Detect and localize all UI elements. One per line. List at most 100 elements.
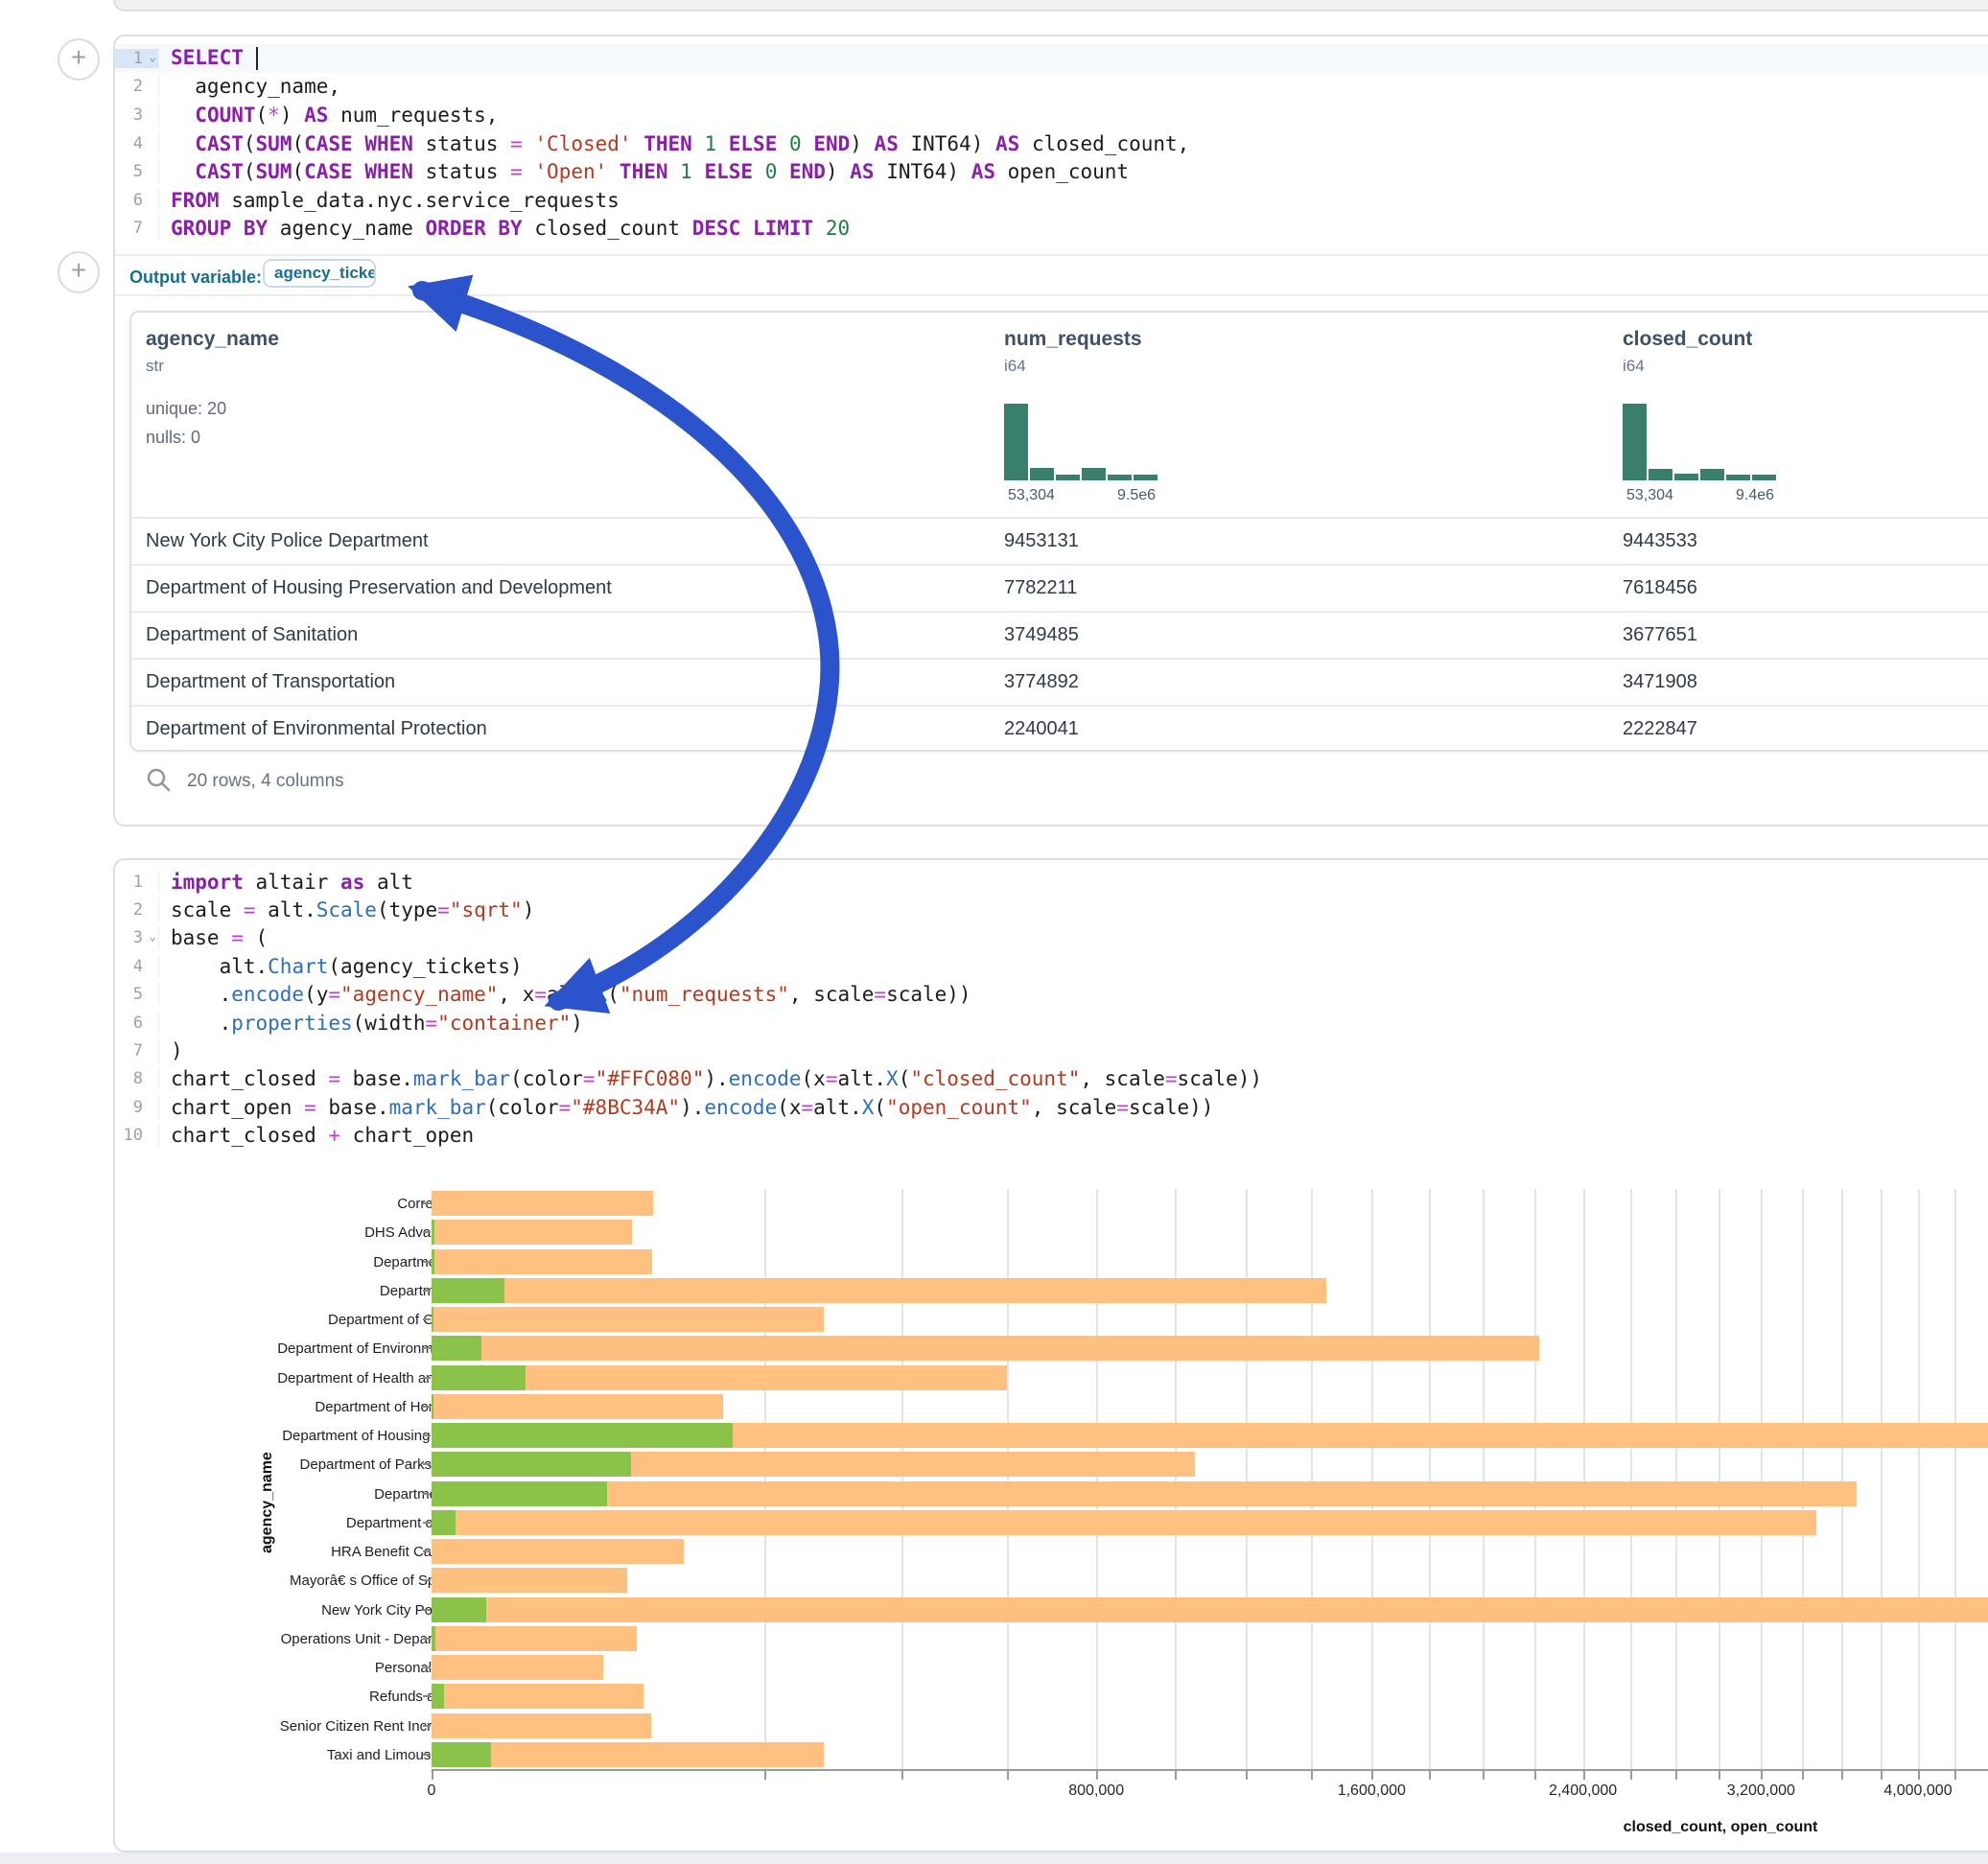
histogram-bar: [1752, 475, 1776, 480]
x-tick-label: 0: [428, 1782, 436, 1800]
table-cell: 3774892: [1004, 671, 1079, 693]
y-axis-tick: [423, 1231, 431, 1233]
bar-closed: [432, 1481, 1857, 1506]
x-axis-tick: [1371, 1771, 1373, 1780]
y-axis-tick: [423, 1318, 431, 1320]
bar-closed: [432, 1220, 632, 1245]
gridline: [1802, 1189, 1804, 1769]
page-background-strip: [0, 1852, 1988, 1864]
search-icon[interactable]: [146, 767, 173, 794]
line-number: 6: [115, 191, 158, 210]
x-axis-tick: [1761, 1771, 1763, 1780]
line-number: 5: [115, 162, 158, 181]
code-line[interactable]: 9chart_open = base.mark_bar(color="#8BC3…: [115, 1093, 1988, 1121]
table-row[interactable]: Department of Sanitation37494853677651: [131, 611, 1988, 660]
bar-open: [432, 1307, 433, 1332]
notebook-canvas: + + 1⌄SELECT 2 agency_name,3 COUNT(*) AS…: [0, 0, 1988, 1864]
line-number: 1: [115, 873, 158, 892]
bar-closed: [432, 1394, 723, 1419]
table-row[interactable]: Department of Housing Preservation and D…: [131, 564, 1988, 613]
gridline: [1246, 1189, 1248, 1769]
code-line[interactable]: 10chart_closed + chart_open: [115, 1122, 1988, 1150]
x-axis-tick: [901, 1771, 903, 1780]
bar-closed: [432, 1278, 1326, 1303]
line-number: 2: [115, 77, 158, 96]
bar-open: [432, 1684, 444, 1709]
add-cell-button-2[interactable]: +: [58, 251, 100, 293]
code-text: ): [158, 1039, 183, 1062]
line-number: 7: [115, 1041, 158, 1060]
line-number: 8: [115, 1069, 158, 1088]
gridline: [901, 1189, 903, 1769]
code-line[interactable]: 1⌄SELECT: [115, 44, 1988, 73]
column-header[interactable]: closed_count: [1623, 328, 1752, 351]
histogram-bar: [1674, 474, 1698, 480]
histogram-min-label: 53,304: [1008, 487, 1055, 504]
collapse-chevron-icon[interactable]: ⌄: [149, 50, 156, 64]
bar-closed: [432, 1510, 1816, 1535]
x-axis-tick: [1881, 1771, 1883, 1780]
code-line[interactable]: 4 alt.Chart(agency_tickets): [115, 952, 1988, 980]
y-axis-tick: [423, 1202, 431, 1204]
bar-open: [432, 1336, 481, 1361]
table-cell: Department of Sanitation: [146, 624, 358, 646]
code-line[interactable]: 4 CAST(SUM(CASE WHEN status = 'Closed' T…: [115, 129, 1988, 158]
line-number: 3⌄: [115, 928, 158, 947]
column-stat: unique: 20: [146, 399, 226, 419]
add-cell-button[interactable]: +: [58, 38, 100, 81]
sql-cell: 1⌄SELECT 2 agency_name,3 COUNT(*) AS num…: [113, 35, 1988, 827]
code-line[interactable]: 3⌄base = (: [115, 924, 1988, 952]
bar-closed: [432, 1713, 651, 1738]
line-number: 4: [115, 957, 158, 976]
line-number: 10: [115, 1126, 158, 1145]
code-line[interactable]: 3 COUNT(*) AS num_requests,: [115, 101, 1988, 129]
code-text: base = (: [158, 926, 268, 949]
gridline: [1918, 1189, 1920, 1769]
code-line[interactable]: 7): [115, 1037, 1988, 1064]
code-line[interactable]: 6 .properties(width="container"): [115, 1009, 1988, 1037]
code-line[interactable]: 8chart_closed = base.mark_bar(color="#FF…: [115, 1065, 1988, 1093]
y-axis-tick: [423, 1522, 431, 1524]
bar-open: [432, 1249, 434, 1274]
y-axis-tick: [423, 1725, 431, 1727]
bar-open: [432, 1394, 433, 1419]
code-line[interactable]: 5 CAST(SUM(CASE WHEN status = 'Open' THE…: [115, 157, 1988, 186]
python-code-editor[interactable]: 1import altair as alt2scale = alt.Scale(…: [115, 868, 1988, 1150]
histogram-bar: [1004, 404, 1028, 480]
y-axis-tick: [423, 1434, 431, 1436]
code-line[interactable]: 6FROM sample_data.nyc.service_requests: [115, 186, 1988, 215]
code-text: chart_closed = base.mark_bar(color="#FFC…: [158, 1067, 1262, 1090]
output-variable-pill[interactable]: agency_tickets: [263, 259, 376, 288]
column-header[interactable]: agency_name: [146, 328, 279, 351]
y-axis-tick: [423, 1754, 431, 1756]
code-text: CAST(SUM(CASE WHEN status = 'Open' THEN …: [158, 160, 1129, 183]
code-line[interactable]: 1import altair as alt: [115, 868, 1988, 896]
x-axis-tick: [1675, 1771, 1677, 1780]
code-text: .properties(width="container"): [158, 1012, 583, 1035]
y-axis-tick: [423, 1377, 431, 1379]
divider: [115, 294, 1988, 296]
column-type: i64: [1004, 357, 1026, 376]
code-line[interactable]: 2 agency_name,: [115, 73, 1988, 102]
table-row[interactable]: Department of Environmental Protection22…: [131, 705, 1988, 752]
sql-code-editor[interactable]: 1⌄SELECT 2 agency_name,3 COUNT(*) AS num…: [115, 44, 1988, 243]
table-row[interactable]: New York City Police Department945313194…: [131, 517, 1988, 566]
output-variable-value: agency_tickets: [265, 261, 374, 283]
y-axis-tick: [423, 1261, 431, 1263]
gridline: [1761, 1189, 1763, 1769]
code-line[interactable]: 5 .encode(y="agency_name", x=alt.X("num_…: [115, 981, 1988, 1009]
previous-cell-edge: [113, 0, 1988, 12]
column-header[interactable]: num_requests: [1004, 328, 1142, 351]
gridline: [1371, 1189, 1373, 1769]
collapse-chevron-icon[interactable]: ⌄: [149, 930, 156, 944]
x-axis-tick: [432, 1771, 433, 1780]
gridline: [1096, 1189, 1098, 1769]
x-axis-tick: [1954, 1771, 1956, 1780]
line-number: 5: [115, 985, 158, 1004]
bar-closed: [432, 1626, 637, 1651]
line-number: 9: [115, 1098, 158, 1117]
x-axis-tick: [1841, 1771, 1843, 1780]
code-line[interactable]: 2scale = alt.Scale(type="sqrt"): [115, 896, 1988, 923]
code-line[interactable]: 7GROUP BY agency_name ORDER BY closed_co…: [115, 215, 1988, 244]
table-row[interactable]: Department of Transportation377489234719…: [131, 658, 1988, 707]
